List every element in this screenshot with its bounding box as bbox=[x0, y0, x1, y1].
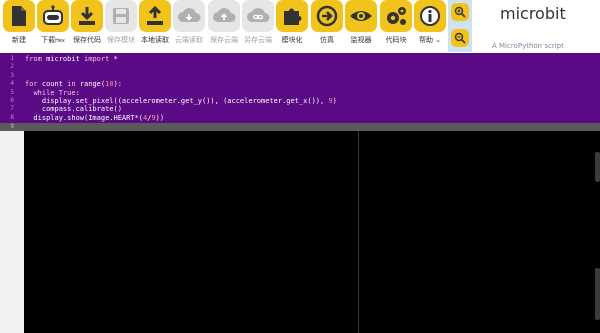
pane-gutter bbox=[0, 131, 24, 333]
code-text: for count in range(10): bbox=[25, 80, 122, 89]
code-line[interactable]: 6 display.set_pixel((accelerometer.get_y… bbox=[0, 97, 600, 105]
help-label: 帮助 ⌄ bbox=[418, 36, 442, 44]
save-module-button[interactable]: 保存模块 bbox=[105, 0, 137, 53]
code-line[interactable]: 2 bbox=[0, 63, 600, 71]
robot-icon bbox=[43, 5, 63, 25]
blocks-workspace[interactable] bbox=[24, 131, 358, 333]
code-line[interactable]: 1 from microbit import * bbox=[0, 55, 600, 63]
code-blocks-button[interactable]: 代码块 bbox=[380, 0, 412, 53]
download-label: 下载 bbox=[41, 36, 56, 44]
save-code-label: 保存代码 bbox=[73, 36, 101, 44]
blocks-button[interactable]: 模块化 bbox=[276, 0, 308, 53]
arrow-right-icon bbox=[316, 5, 338, 27]
code-editor[interactable]: 1 from microbit import * 2 3 4 for count… bbox=[0, 53, 600, 123]
app-subtitle: A MicroPython script bbox=[492, 42, 564, 50]
scrollbar-thumb[interactable] bbox=[595, 268, 600, 320]
code-line[interactable]: 8 display.show(Image.HEART*(4/9)) bbox=[0, 114, 600, 122]
zoom-in-icon bbox=[454, 6, 466, 18]
toolbar: 新建 下载Hex 保存代码 保存模块 本地读取 云端读取 保存云端 另存云端 模… bbox=[0, 0, 600, 53]
output-panel[interactable] bbox=[359, 131, 600, 333]
save-module-label: 保存模块 bbox=[107, 36, 135, 44]
download-icon bbox=[79, 7, 95, 25]
simulate-button[interactable]: 仿真 bbox=[311, 0, 343, 53]
cloud-download-icon bbox=[178, 8, 201, 22]
code-line[interactable]: 3 bbox=[0, 72, 600, 80]
cloud-upload-icon bbox=[213, 8, 236, 22]
code-line[interactable]: 7 compass.calibrate() bbox=[0, 105, 600, 113]
cloud-read-button[interactable]: 云端读取 bbox=[173, 0, 205, 53]
monitor-button[interactable]: 监视器 bbox=[345, 0, 377, 53]
cloud-read-label: 云端读取 bbox=[175, 36, 203, 44]
code-text: while True: bbox=[33, 88, 80, 97]
save-cloud-label: 保存云端 bbox=[210, 36, 238, 44]
line-number: 5 bbox=[10, 88, 14, 96]
download-hex-button[interactable]: 下载Hex bbox=[37, 0, 69, 53]
code-text: compass.calibrate() bbox=[25, 105, 122, 114]
new-label: 新建 bbox=[12, 36, 26, 44]
save-as-cloud-button[interactable]: 另存云端 bbox=[242, 0, 274, 53]
local-read-button[interactable]: 本地读取 bbox=[139, 0, 171, 53]
puzzle-icon bbox=[284, 8, 302, 25]
monitor-label: 监视器 bbox=[350, 36, 372, 44]
line-number: 4 bbox=[10, 80, 14, 88]
file-icon bbox=[12, 6, 26, 26]
code-line[interactable]: 4 for count in range(10): bbox=[0, 80, 600, 88]
save-icon bbox=[113, 8, 129, 24]
code-blocks-label: 代码块 bbox=[385, 36, 407, 44]
line-number: 7 bbox=[10, 105, 14, 113]
save-as-cloud-label: 另存云端 bbox=[244, 36, 272, 44]
line-number: 6 bbox=[10, 97, 14, 104]
save-cloud-button[interactable]: 保存云端 bbox=[208, 0, 240, 53]
info-icon bbox=[420, 6, 440, 26]
line-number: 2 bbox=[10, 63, 14, 71]
help-button[interactable]: 帮助 ⌄ bbox=[414, 0, 446, 53]
download-suffix: Hex bbox=[55, 38, 65, 44]
blocks-label: 模块化 bbox=[281, 36, 303, 44]
code-text: display.show(Image.HEART*(4/9)) bbox=[25, 113, 165, 122]
cloud-link-icon bbox=[247, 8, 270, 22]
scrollbar-thumb[interactable] bbox=[595, 152, 600, 182]
upload-icon bbox=[147, 5, 163, 25]
line-number: 1 bbox=[10, 55, 14, 62]
gears-icon bbox=[387, 7, 406, 25]
line-number: 3 bbox=[10, 71, 14, 79]
code-line[interactable]: 5 while True: bbox=[0, 89, 600, 97]
line-number: 9 bbox=[10, 123, 14, 130]
app-title: microbit bbox=[500, 4, 566, 23]
code-text: from microbit import * bbox=[25, 55, 118, 63]
new-button[interactable]: 新建 bbox=[3, 0, 35, 53]
code-text: display.set_pixel((accelerometer.get_y()… bbox=[25, 97, 337, 105]
local-read-label: 本地读取 bbox=[141, 36, 169, 44]
line-number: 8 bbox=[10, 113, 14, 121]
simulate-label: 仿真 bbox=[320, 36, 334, 44]
zoom-out-icon bbox=[454, 32, 466, 44]
save-code-button[interactable]: 保存代码 bbox=[71, 0, 103, 53]
eye-icon bbox=[350, 11, 372, 21]
active-line-row[interactable]: 9 bbox=[0, 123, 600, 131]
zoom-out-button[interactable] bbox=[451, 29, 469, 47]
zoom-in-button[interactable] bbox=[451, 3, 469, 21]
